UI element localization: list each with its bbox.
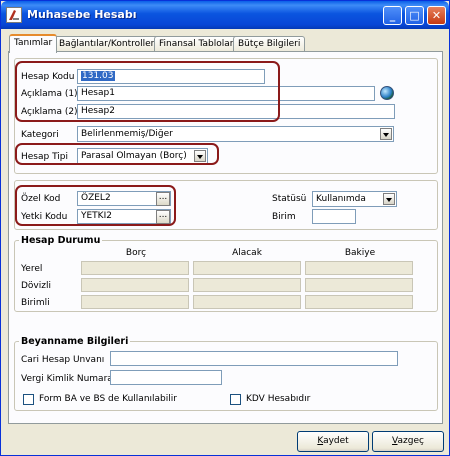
highlight-frame xyxy=(15,61,280,122)
dialog-window: Muhasebe Hesabı _ □ ✕ Tanımlar Bağlantıl… xyxy=(0,0,450,456)
dovizli-alacak-cell xyxy=(193,278,301,292)
title-bar[interactable]: Muhasebe Hesabı _ □ ✕ xyxy=(1,1,449,29)
row-label-yerel: Yerel xyxy=(21,264,43,274)
vergi-kimlik-input[interactable] xyxy=(110,370,222,385)
kdv-hesabi-label: KDV Hesabıdır xyxy=(246,394,311,404)
chevron-down-icon[interactable] xyxy=(380,128,392,140)
kategori-value: Belirlenmemiş/Diğer xyxy=(81,129,173,139)
birimli-bakiye-cell xyxy=(305,295,413,309)
window-title: Muhasebe Hesabı xyxy=(27,8,137,21)
tab-finansal-tablolar[interactable]: Finansal Tablolar xyxy=(154,36,239,52)
birim-label: Birim xyxy=(272,212,296,222)
tab-tanimlar[interactable]: Tanımlar xyxy=(9,34,58,53)
birim-input[interactable] xyxy=(312,209,356,224)
statusu-value: Kullanımda xyxy=(316,194,366,204)
kdv-hesabi-checkbox[interactable] xyxy=(230,394,241,405)
tab-butce-bilgileri[interactable]: Bütçe Bilgileri xyxy=(233,36,306,52)
form-ba-bs-checkbox[interactable] xyxy=(23,394,34,405)
tab-panel: Hesap Kodu 131.03 Açıklama (1) Hesap1 Aç… xyxy=(8,51,443,424)
highlight-frame xyxy=(15,143,219,165)
row-label-dovizli: Dövizli xyxy=(21,281,51,291)
highlight-frame xyxy=(15,185,176,226)
maximize-button[interactable]: □ xyxy=(405,6,424,25)
app-icon xyxy=(6,7,22,23)
vergi-kimlik-label: Vergi Kimlik Numarası xyxy=(21,374,120,384)
column-header-borc: Borç xyxy=(125,248,147,258)
kaydet-button[interactable]: Kaydet xyxy=(297,431,369,452)
kategori-select[interactable]: Belirlenmemiş/Diğer xyxy=(77,126,394,142)
column-header-bakiye: Bakiye xyxy=(344,248,376,258)
globe-icon[interactable] xyxy=(380,86,394,100)
kategori-label: Kategori xyxy=(21,130,59,140)
yerel-alacak-cell xyxy=(193,261,301,275)
form-ba-bs-label: Form BA ve BS de Kullanılabilir xyxy=(39,394,177,404)
dovizli-borc-cell xyxy=(81,278,189,292)
cari-hesap-label: Cari Hesap Unvanı xyxy=(21,355,105,365)
dovizli-bakiye-cell xyxy=(305,278,413,292)
statusu-select[interactable]: Kullanımda xyxy=(312,191,397,207)
statusu-label: Statüsü xyxy=(272,194,307,204)
vazgec-button[interactable]: Vazgeç xyxy=(372,431,444,452)
yerel-bakiye-cell xyxy=(305,261,413,275)
cari-hesap-input[interactable] xyxy=(110,351,398,366)
yerel-borc-cell xyxy=(81,261,189,275)
tab-baglantilar[interactable]: Bağlantılar/Kontroller xyxy=(54,36,160,52)
chevron-down-icon[interactable] xyxy=(383,193,395,205)
beyanname-title: Beyanname Bilgileri xyxy=(19,336,131,347)
close-button[interactable]: ✕ xyxy=(427,6,446,25)
column-header-alacak: Alacak xyxy=(232,248,262,258)
birimli-borc-cell xyxy=(81,295,189,309)
row-label-birimli: Birimli xyxy=(21,298,50,308)
minimize-button[interactable]: _ xyxy=(383,6,402,25)
birimli-alacak-cell xyxy=(193,295,301,309)
hesap-durumu-title: Hesap Durumu xyxy=(19,235,103,246)
